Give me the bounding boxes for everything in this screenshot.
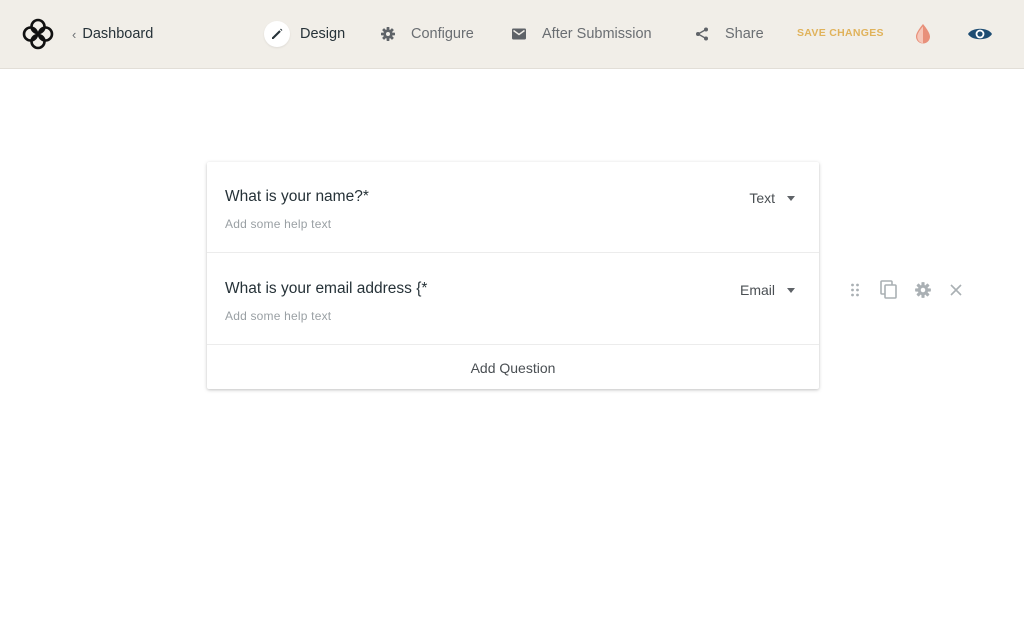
drag-handle-icon[interactable]: [844, 279, 866, 301]
question-title[interactable]: What is your email address {*: [225, 280, 427, 298]
tab-share[interactable]: Share: [689, 20, 764, 48]
back-label: Dashboard: [82, 26, 154, 42]
tab-design[interactable]: Design: [264, 20, 345, 48]
question-help-text[interactable]: Add some help text: [225, 217, 331, 231]
question-toolbar: [844, 279, 967, 301]
caret-down-icon: [787, 195, 795, 201]
question-row[interactable]: What is your name?* Add some help text T…: [207, 162, 819, 253]
form-card: What is your name?* Add some help text T…: [207, 162, 819, 389]
question-type-label: Email: [739, 282, 775, 298]
question-help-text[interactable]: Add some help text: [225, 309, 331, 323]
question-type-label: Text: [749, 190, 775, 206]
mail-icon: [506, 21, 532, 47]
theme-drop-icon[interactable]: [912, 22, 934, 46]
tab-share-label: Share: [725, 26, 764, 42]
question-row[interactable]: What is your email address {* Add some h…: [207, 254, 819, 345]
top-bar: ‹ Dashboard Design Configure After Submi…: [0, 0, 1024, 69]
question-type-select[interactable]: Email: [740, 282, 795, 298]
back-to-dashboard-link[interactable]: ‹ Dashboard: [72, 24, 153, 44]
preview-eye-icon[interactable]: [966, 22, 994, 46]
duplicate-icon[interactable]: [878, 279, 900, 301]
chevron-left-icon: ‹: [72, 26, 77, 42]
save-changes-button[interactable]: SAVE CHANGES: [797, 27, 884, 39]
caret-down-icon: [787, 287, 795, 293]
add-question-button[interactable]: Add Question: [207, 346, 819, 389]
tab-design-label: Design: [300, 26, 346, 42]
tab-configure[interactable]: Configure: [375, 20, 474, 48]
gear-icon: [375, 21, 401, 47]
question-title[interactable]: What is your name?*: [225, 188, 369, 206]
question-type-select[interactable]: Text: [749, 190, 795, 206]
settings-gear-icon[interactable]: [912, 279, 934, 301]
logo-icon[interactable]: [22, 18, 54, 50]
pencil-icon: [264, 21, 290, 47]
close-icon[interactable]: [945, 279, 967, 301]
tab-after-submission-label: After Submission: [542, 26, 652, 42]
tab-after-submission[interactable]: After Submission: [506, 20, 652, 48]
tab-configure-label: Configure: [411, 26, 474, 42]
share-icon: [689, 21, 715, 47]
